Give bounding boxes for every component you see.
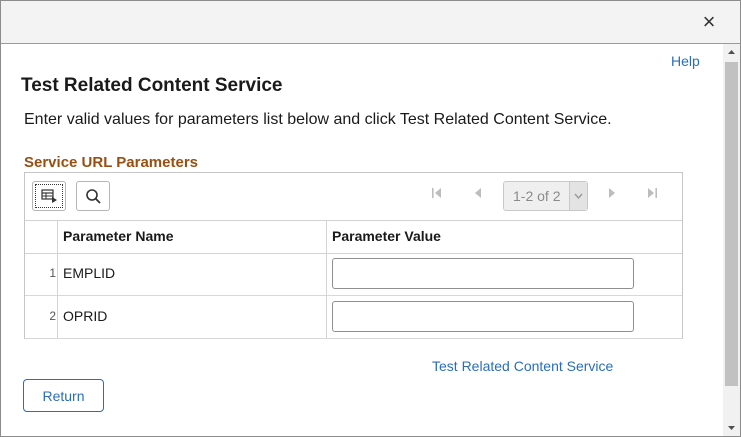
scroll-up-icon[interactable] (723, 44, 740, 61)
dialog-content: Help Test Related Content Service Enter … (1, 44, 723, 436)
grid-section-label: Service URL Parameters (24, 154, 198, 171)
page-indicator-text: 1-2 of 2 (513, 188, 561, 204)
close-icon: × (702, 9, 716, 34)
row-number: 1 (49, 266, 56, 280)
previous-page-icon[interactable] (471, 186, 485, 200)
instructions-text: Enter valid values for parameters list b… (24, 111, 612, 128)
page-indicator[interactable]: 1-2 of 2 (503, 181, 588, 211)
first-page-icon[interactable] (430, 186, 444, 200)
next-page-icon[interactable] (605, 186, 619, 200)
dialog-titlebar: × (1, 1, 740, 44)
row-number: 2 (49, 309, 56, 323)
help-link[interactable]: Help (671, 53, 700, 69)
page-indicator-dropdown[interactable] (569, 182, 587, 210)
chevron-down-icon (574, 193, 583, 199)
grid-header-row: Parameter Name Parameter Value (25, 220, 682, 254)
column-header-parameter-name: Parameter Name (63, 228, 174, 244)
scroll-down-icon[interactable] (723, 419, 740, 436)
parameter-value-input[interactable] (332, 258, 634, 289)
close-button[interactable]: × (697, 10, 721, 34)
parameter-name-cell: EMPLID (63, 265, 116, 281)
test-related-content-service-link[interactable]: Test Related Content Service (432, 358, 613, 374)
vertical-scrollbar[interactable] (723, 44, 740, 436)
grid-search-button[interactable] (76, 181, 110, 211)
scrollbar-thumb[interactable] (725, 62, 738, 386)
return-button[interactable]: Return (23, 379, 104, 412)
parameters-grid: 1-2 of 2 Parameter Name Parameter Value (24, 172, 683, 339)
column-divider (326, 220, 327, 338)
parameter-name-cell: OPRID (63, 308, 108, 324)
table-row: 1 EMPLID (25, 253, 682, 296)
column-header-parameter-value: Parameter Value (332, 228, 441, 244)
page-title: Test Related Content Service (21, 75, 283, 96)
table-row: 2 OPRID (25, 296, 682, 339)
modal-dialog: × Help Test Related Content Service Ente… (0, 0, 741, 437)
last-page-icon[interactable] (645, 186, 659, 200)
parameter-value-input[interactable] (332, 301, 634, 332)
search-icon (86, 189, 101, 204)
personalize-grid-icon (41, 189, 57, 203)
column-divider (57, 220, 58, 338)
personalize-grid-button[interactable] (32, 181, 66, 211)
